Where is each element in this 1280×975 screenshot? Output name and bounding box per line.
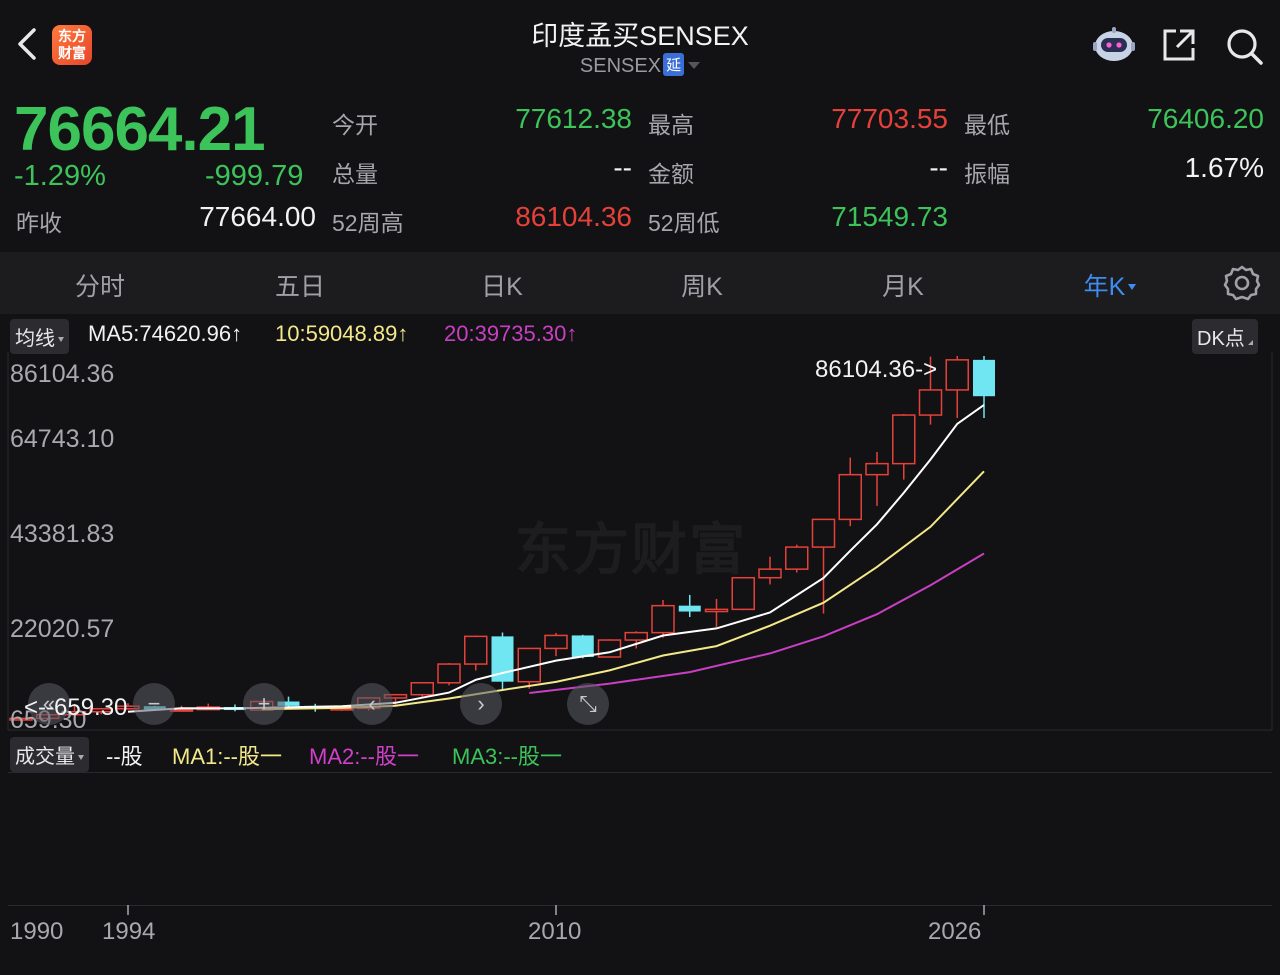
page-title: 印度孟买SENSEX [531,21,749,51]
corner-triangle-icon [1247,340,1253,345]
candle-2018[interactable] [758,568,782,579]
ma10-value: 10:59048.89↑ [275,321,409,346]
price-axis-label: 22020.57 [10,615,115,643]
candle-2025[interactable] [945,359,969,391]
amplitude-label: 振幅 [964,161,1010,187]
volume-unit: --股 [106,744,143,769]
candle-2026[interactable] [973,359,995,397]
header-bar: 东方 财富 印度孟买SENSEX SENSEX 延 [0,0,1280,88]
price-axis-label: 64743.10 [10,425,115,453]
price-axis-label: 43381.83 [10,520,115,548]
vol-ma1: MA1:--股一 [172,744,283,769]
w52-high-value: 86104.36 [515,201,632,232]
x-axis-label: 1990 [10,918,64,945]
vol-ma2: MA2:--股一 [309,744,420,769]
quote-panel: 76664.21 -1.29% -999.79 昨收 77664.00 今开 7… [0,88,1280,250]
ma5-line [127,404,985,713]
stock-code-selector[interactable]: SENSEX 延 [0,53,1280,78]
volume-legend-row: 成交量 --股 MA1:--股一 MA2:--股一 MA3:--股一 [0,736,1280,772]
chevron-down-icon [78,755,84,760]
candle-2015[interactable] [678,605,701,612]
candle-2017[interactable] [731,576,755,611]
prev-close-label: 昨收 [16,210,62,236]
share-icon[interactable] [1160,26,1198,64]
tab-weekly-k[interactable]: 周K [642,267,762,303]
ma5-value: MA5:74620.96↑ [88,321,243,346]
ma-type-label: 均线 [15,328,55,350]
candle-2010[interactable] [544,634,568,650]
low-annotation: <--659.30 [24,694,128,721]
tab-intraday[interactable]: 分时 [40,267,160,303]
delay-badge: 延 [663,53,685,76]
low-value: 76406.20 [1147,103,1264,134]
x-axis-ticks [127,905,985,915]
ma10-line [261,470,985,711]
amplitude-value: 1.67% [1184,152,1264,183]
prev-close-value: 77664.00 [199,201,316,232]
amount-label: 金额 [648,161,694,187]
high-value: 77703.55 [831,103,948,134]
amount-value: -- [929,152,948,183]
candle-2019[interactable] [785,546,809,570]
candle-2011[interactable] [571,635,594,657]
high-annotation: 86104.36-> [815,356,938,383]
low-label: 最低 [964,112,1010,138]
w52-low-label: 52周低 [648,210,720,236]
candle-2021[interactable] [838,473,862,521]
vol-ma3: MA3:--股一 [452,744,563,769]
x-axis-label: 1994 [102,918,156,945]
candlestick-chart[interactable] [0,350,1280,740]
scroll-right-icon[interactable]: › [460,683,502,725]
change-percent: -1.29% [14,160,106,192]
candle-2023[interactable] [892,414,916,465]
high-label: 最高 [648,112,694,138]
ma-legend-row: 均线 MA5:74620.96↑ 10:59048.89↑ 20:39735.3… [0,318,1280,354]
tab-monthly-k[interactable]: 月K [843,267,963,303]
tab-five-day[interactable]: 五日 [240,267,360,303]
tab-yearly-k-label: 年K [1083,273,1126,301]
volume-value: -- [613,152,632,183]
volume-label: 总量 [332,161,378,187]
search-icon[interactable] [1224,26,1264,66]
price-axis-label: 86104.36 [10,360,115,388]
indicator-label: 成交量 [15,746,75,768]
ma-type-dropdown[interactable]: 均线 [10,319,69,354]
current-price: 76664.21 [14,95,266,164]
indicator-dropdown[interactable]: 成交量 [10,737,89,772]
w52-low-value: 71549.73 [831,201,948,232]
zoom-in-icon[interactable]: + [243,683,285,725]
w52-high-label: 52周高 [332,210,404,236]
chevron-down-icon [58,337,64,342]
candle-2007[interactable] [464,635,488,665]
x-axis-label: 2010 [528,918,582,945]
x-axis-label: 2026 [928,918,982,945]
tab-yearly-k[interactable]: 年K [1050,267,1170,303]
dk-point-button[interactable]: DK点 [1192,319,1258,354]
chevron-down-icon [688,62,701,69]
candle-2014[interactable] [651,604,675,634]
candle-2005[interactable] [410,682,434,696]
candle-2013[interactable] [624,631,648,641]
zoom-out-icon[interactable]: − [133,683,175,725]
change-value: -999.79 [205,160,304,192]
fullscreen-icon[interactable]: ⤡ [567,683,609,725]
dk-point-label: DK点 [1197,328,1245,350]
open-label: 今开 [332,112,378,138]
candle-2024[interactable] [918,389,943,416]
ma20-value: 20:39735.30↑ [444,321,578,346]
chevron-down-icon [1128,284,1137,290]
volume-chart-area[interactable] [8,772,1272,906]
gear-icon[interactable] [1223,264,1261,302]
stock-code: SENSEX [579,55,662,77]
period-tabs: 分时 五日 日K 周K 月K 年K [0,252,1280,314]
tab-daily-k[interactable]: 日K [442,267,562,303]
scroll-left-icon[interactable]: ‹ [351,683,393,725]
candle-2016[interactable] [704,608,729,613]
candle-2022[interactable] [865,462,889,476]
ai-assistant-robot-icon[interactable] [1092,24,1136,64]
candle-2006[interactable] [437,663,461,684]
candle-2020[interactable] [811,518,836,548]
open-value: 77612.38 [515,103,632,134]
